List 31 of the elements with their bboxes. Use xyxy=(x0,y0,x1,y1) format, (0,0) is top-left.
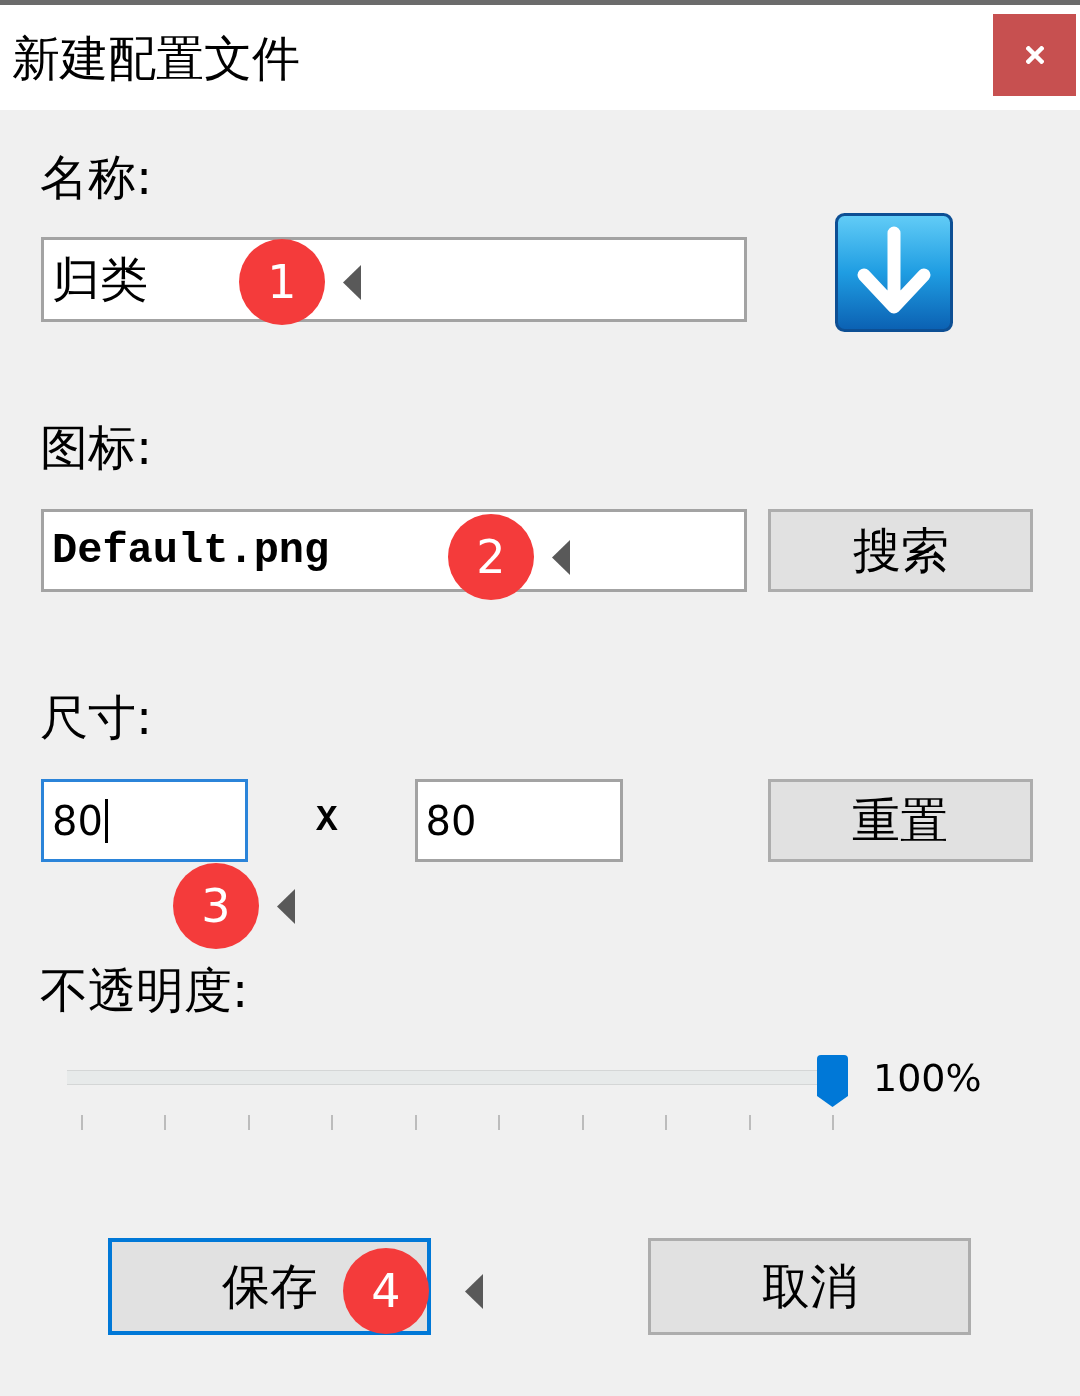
text-cursor-icon xyxy=(104,798,108,843)
reset-button[interactable]: 重置 xyxy=(767,779,1033,862)
slider-tick xyxy=(164,1115,167,1130)
triangle-pointer-icon xyxy=(277,888,295,924)
opacity-value: 100% xyxy=(873,1055,982,1101)
slider-tick xyxy=(81,1115,83,1130)
slider-tick xyxy=(414,1115,417,1130)
triangle-pointer-icon xyxy=(465,1273,483,1309)
slider-tick xyxy=(831,1115,834,1130)
slider-tick xyxy=(498,1115,501,1130)
callout-number-badge: 3 xyxy=(173,863,259,949)
close-icon xyxy=(1025,46,1044,64)
size-separator: X xyxy=(316,800,338,841)
triangle-pointer-icon xyxy=(552,539,570,575)
name-label: 名称: xyxy=(40,149,153,205)
cancel-button[interactable]: 取消 xyxy=(648,1238,971,1335)
width-field[interactable]: 80 xyxy=(41,779,248,862)
height-field[interactable]: 80 xyxy=(414,779,623,862)
opacity-label: 不透明度: xyxy=(40,962,249,1018)
icon-label: 图标: xyxy=(40,419,153,475)
search-button[interactable]: 搜索 xyxy=(768,509,1033,592)
triangle-pointer-icon xyxy=(343,264,361,300)
close-button[interactable] xyxy=(993,14,1076,96)
slider-thumb[interactable] xyxy=(817,1055,848,1107)
slider-tick xyxy=(748,1115,751,1130)
size-label: 尺寸: xyxy=(40,689,153,745)
slider-tick xyxy=(581,1115,584,1130)
slider-tick xyxy=(665,1115,668,1130)
window-title: 新建配置文件 xyxy=(12,28,300,88)
slider-tick xyxy=(247,1115,250,1130)
slider-tick xyxy=(331,1115,334,1130)
